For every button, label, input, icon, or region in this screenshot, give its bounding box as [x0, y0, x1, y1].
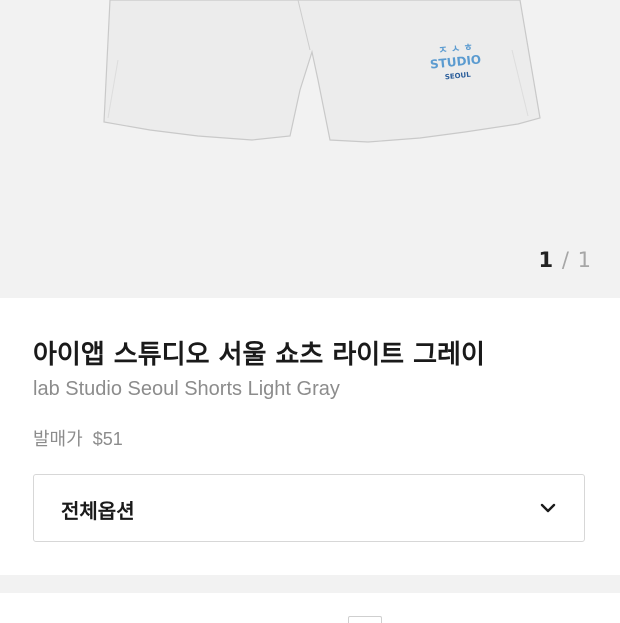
chevron-down-icon — [540, 500, 556, 520]
product-title-english: lab Studio Seoul Shorts Light Gray — [33, 378, 340, 400]
product-image: ㅈ ㅅ ㅎ STUDIO SEOUL — [103, 0, 541, 143]
release-price-row: 발매가 $51 — [33, 425, 123, 451]
release-price-label: 발매가 — [33, 429, 83, 450]
image-pager: 1 / 1 — [539, 248, 592, 272]
product-image-gallery[interactable]: ㅈ ㅅ ㅎ STUDIO SEOUL 1 / 1 — [0, 0, 620, 298]
option-select[interactable]: 전체옵션 — [33, 474, 585, 542]
section-divider — [0, 575, 620, 593]
release-price-value: $51 — [92, 429, 123, 449]
pager-total: 1 — [577, 248, 592, 272]
product-title-korean: 아이앱 스튜디오 서울 쇼츠 라이트 그레이 — [33, 340, 485, 370]
option-select-label: 전체옵션 — [61, 499, 135, 523]
pager-separator: / — [561, 248, 570, 272]
pager-current: 1 — [538, 248, 555, 272]
